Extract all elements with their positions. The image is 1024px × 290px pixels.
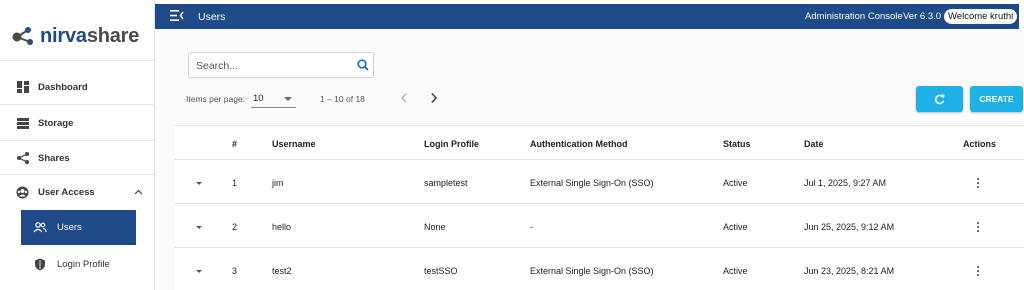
divider [0, 174, 155, 175]
more-actions-icon[interactable] [976, 222, 980, 234]
table-row[interactable]: 2 hello None - Active Jun 25, 2025, 9:12… [175, 204, 1024, 248]
page-title: Users [198, 10, 226, 23]
expand-row-icon[interactable] [196, 182, 202, 185]
sidebar-subitem-login-profile[interactable]: Login Profile [21, 247, 136, 282]
cell-status: Active [723, 178, 748, 188]
column-header-username[interactable]: Username [272, 139, 316, 149]
search-input[interactable] [196, 57, 351, 74]
more-actions-icon[interactable] [976, 266, 980, 278]
divider [0, 140, 155, 141]
cell-auth-method: External Single Sign-On (SSO) [530, 178, 654, 188]
cell-auth-method: External Single Sign-On (SSO) [530, 266, 654, 276]
column-header-actions: Actions [963, 139, 997, 149]
cell-status: Active [723, 222, 748, 232]
cell-number: 2 [232, 222, 238, 232]
users-icon [33, 221, 47, 235]
logo-share-icon [12, 27, 33, 45]
menu-collapse-icon[interactable] [170, 10, 184, 21]
cell-date: Jun 23, 2025, 8:21 AM [804, 266, 895, 276]
sidebar-item-label: Storage [38, 117, 74, 129]
items-per-page-label: Items per page: [186, 94, 246, 104]
table-row[interactable]: 3 test2 testSSO External Single Sign-On … [175, 248, 1024, 290]
table-row[interactable]: 1 jim sampletest External Single Sign-On… [175, 160, 1024, 204]
sidebar-item-label: Dashboard [38, 81, 88, 93]
cell-login-profile: testSSO [424, 266, 458, 276]
sidebar-item-dashboard[interactable]: Dashboard [0, 73, 155, 101]
sidebar-item-storage[interactable]: Storage [0, 109, 155, 137]
cell-login-profile: sampletest [424, 178, 468, 188]
column-header-login-profile[interactable]: Login Profile [424, 139, 479, 149]
version-label: Ver 6.3.0 [903, 11, 942, 22]
sidebar-item-label: Shares [38, 152, 70, 164]
shield-icon [33, 258, 47, 272]
caret-down-icon [284, 97, 292, 101]
divider [0, 104, 155, 105]
sidebar-subitem-users[interactable]: Users [21, 210, 136, 245]
chevron-left-icon[interactable] [400, 92, 408, 104]
search-box [188, 52, 374, 78]
cell-number: 3 [232, 266, 238, 276]
expand-row-icon[interactable] [196, 226, 202, 229]
sidebar-item-shares[interactable]: Shares [0, 144, 155, 172]
cell-status: Active [723, 266, 748, 276]
cell-auth-method: - [530, 222, 533, 232]
sidebar-subitem-label: Login Profile [57, 259, 110, 270]
create-button[interactable]: CREATE [970, 86, 1023, 112]
sidebar-item-user-access[interactable]: User Access [0, 178, 155, 206]
chevron-up-icon[interactable] [134, 189, 143, 195]
refresh-button[interactable] [916, 86, 963, 112]
share-icon [16, 152, 29, 165]
cell-username: test2 [272, 266, 292, 276]
top-header: Users Administration Console Ver 6.3.0 W… [155, 4, 1019, 29]
divider [0, 60, 155, 61]
cell-username: jim [272, 178, 284, 188]
user-access-icon [16, 186, 29, 199]
table-header: # Username Login Profile Authentication … [175, 125, 1024, 160]
dashboard-icon [16, 81, 29, 94]
welcome-user-button[interactable]: Welcome kruthi [944, 9, 1018, 24]
admin-console-label: Administration Console [805, 11, 903, 22]
column-header-status[interactable]: Status [723, 139, 751, 149]
sidebar: nirvashare Dashboard Storage Shares User… [0, 0, 155, 290]
column-header-auth-method[interactable]: Authentication Method [530, 139, 628, 149]
sidebar-item-label: User Access [38, 186, 95, 198]
cell-login-profile: None [424, 222, 446, 232]
logo-wordmark: nirvashare [40, 24, 140, 47]
cell-date: Jun 25, 2025, 9:12 AM [804, 222, 895, 232]
cell-number: 1 [232, 178, 238, 188]
column-header-date[interactable]: Date [804, 139, 824, 149]
column-header-number[interactable]: # [232, 139, 237, 149]
search-icon[interactable] [357, 59, 369, 71]
more-actions-icon[interactable] [976, 178, 980, 190]
sidebar-subitem-label: Users [57, 222, 82, 233]
cell-date: Jul 1, 2025, 9:27 AM [804, 178, 887, 188]
nirvashare-logo[interactable]: nirvashare [12, 22, 139, 50]
chevron-right-icon[interactable] [430, 92, 438, 104]
cell-username: hello [272, 222, 292, 232]
storage-icon [16, 117, 29, 130]
items-per-page-select[interactable]: 10 [251, 90, 296, 108]
pagination-range: 1 – 10 of 18 [320, 94, 365, 104]
expand-row-icon[interactable] [196, 270, 202, 273]
refresh-icon [934, 94, 945, 104]
items-per-page-value: 10 [253, 93, 264, 104]
